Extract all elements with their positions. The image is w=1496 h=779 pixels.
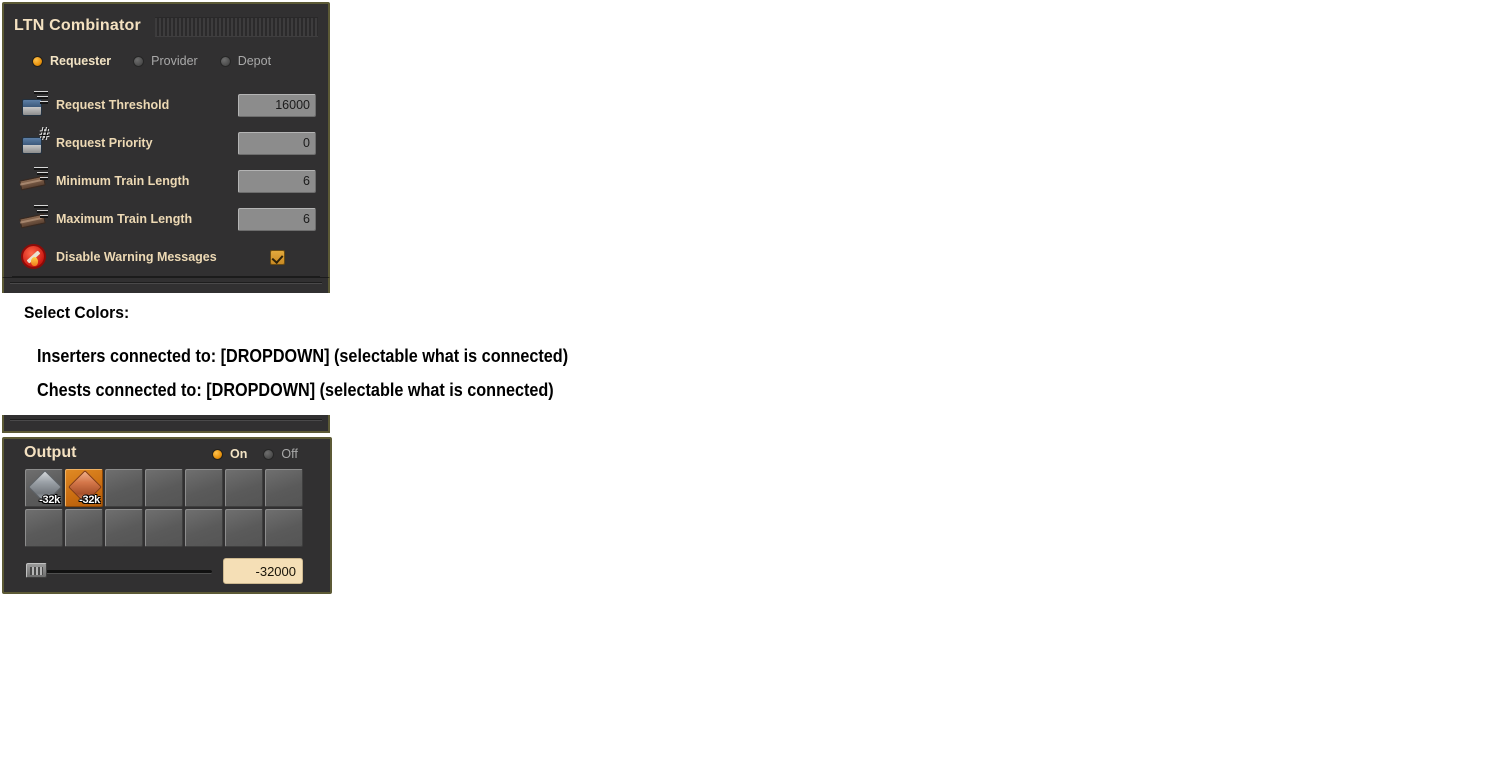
radio-provider[interactable]: Provider	[133, 54, 198, 68]
radio-off[interactable]: Off	[263, 447, 298, 461]
radio-dot-icon	[219, 55, 231, 67]
output-slot[interactable]	[185, 509, 223, 547]
setting-row-minimum-train-length: Minimum Train Length	[19, 166, 316, 196]
panel-bottom-strip	[2, 277, 330, 293]
input-request-threshold[interactable]	[238, 93, 316, 117]
output-slot[interactable]	[185, 469, 223, 507]
radio-dot-icon	[133, 55, 145, 67]
setting-row-request-priority: # Request Priority	[20, 127, 316, 158]
output-slot[interactable]	[225, 469, 263, 507]
radio-dot-icon	[32, 55, 43, 67]
input-request-priority[interactable]	[238, 131, 316, 155]
radio-dot-icon	[263, 448, 275, 460]
output-slot[interactable]	[225, 509, 263, 547]
output-slot[interactable]: -32k	[25, 469, 63, 507]
slot-count: -32k	[79, 494, 100, 506]
output-toggle-radio-group: On Off	[212, 447, 314, 461]
radio-on[interactable]: On	[212, 447, 247, 461]
output-slot[interactable]	[265, 469, 303, 507]
radio-dot-icon	[212, 448, 223, 460]
rail-signal-icon	[19, 167, 48, 195]
input-maximum-train-length[interactable]	[238, 207, 316, 231]
output-value-slider[interactable]	[26, 560, 212, 582]
ltn-combinator-panel: LTN Combinator Requester Provider Depot …	[2, 2, 330, 291]
label-request-threshold: Request Threshold	[56, 98, 170, 112]
radio-requester[interactable]: Requester	[32, 54, 111, 68]
output-slot[interactable]	[105, 509, 143, 547]
label-maximum-train-length: Maximum Train Length	[56, 212, 193, 226]
slider-thumb[interactable]	[26, 563, 47, 578]
radio-label-provider: Provider	[151, 54, 198, 68]
output-slot[interactable]	[65, 509, 103, 547]
titlebar[interactable]: LTN Combinator	[14, 12, 318, 40]
page-title: LTN Combinator	[14, 17, 141, 34]
no-warning-icon	[20, 243, 48, 271]
label-minimum-train-length: Minimum Train Length	[56, 174, 190, 188]
radio-label-on: On	[230, 447, 248, 461]
notes-line-inserters: Inserters connected to: [DROPDOWN] (sele…	[37, 346, 569, 366]
output-title: Output	[24, 444, 77, 461]
radio-depot[interactable]: Depot	[219, 54, 272, 68]
label-disable-warning-messages: Disable Warning Messages	[56, 250, 217, 264]
input-minimum-train-length[interactable]	[238, 169, 316, 193]
chest-signal-icon	[20, 91, 48, 119]
notes-annotation-block: Select Colors: Inserters connected to: […	[0, 293, 1496, 415]
output-slot[interactable]	[145, 509, 183, 547]
setting-row-disable-warning-messages: Disable Warning Messages	[20, 242, 316, 272]
rail-signal-icon	[19, 205, 48, 233]
slot-count: -32k	[39, 494, 60, 506]
radio-label-off: Off	[281, 447, 298, 461]
output-slot[interactable]	[145, 469, 183, 507]
label-request-priority: Request Priority	[56, 136, 153, 150]
radio-label-requester: Requester	[50, 54, 112, 68]
output-slot[interactable]	[105, 469, 143, 507]
output-slot[interactable]	[25, 509, 63, 547]
chest-hash-icon: #	[20, 127, 49, 157]
checkbox-disable-warning-messages[interactable]	[270, 249, 285, 265]
window-drag-handle[interactable]	[154, 16, 318, 37]
output-slot[interactable]: -32k	[65, 469, 103, 507]
station-mode-radio-group: Requester Provider Depot	[32, 54, 293, 68]
output-slot[interactable]	[265, 509, 303, 547]
setting-row-request-threshold: Request Threshold	[20, 90, 316, 120]
slider-track	[32, 570, 212, 574]
notes-line-chests: Chests connected to: [DROPDOWN] (selecta…	[37, 380, 554, 400]
setting-row-maximum-train-length: Maximum Train Length	[19, 204, 316, 234]
radio-label-depot: Depot	[237, 54, 272, 68]
panel-top-strip	[2, 415, 330, 433]
notes-heading: Select Colors:	[24, 303, 130, 322]
output-value-field[interactable]	[223, 558, 303, 584]
output-slot-grid: -32k -32k	[24, 468, 304, 548]
